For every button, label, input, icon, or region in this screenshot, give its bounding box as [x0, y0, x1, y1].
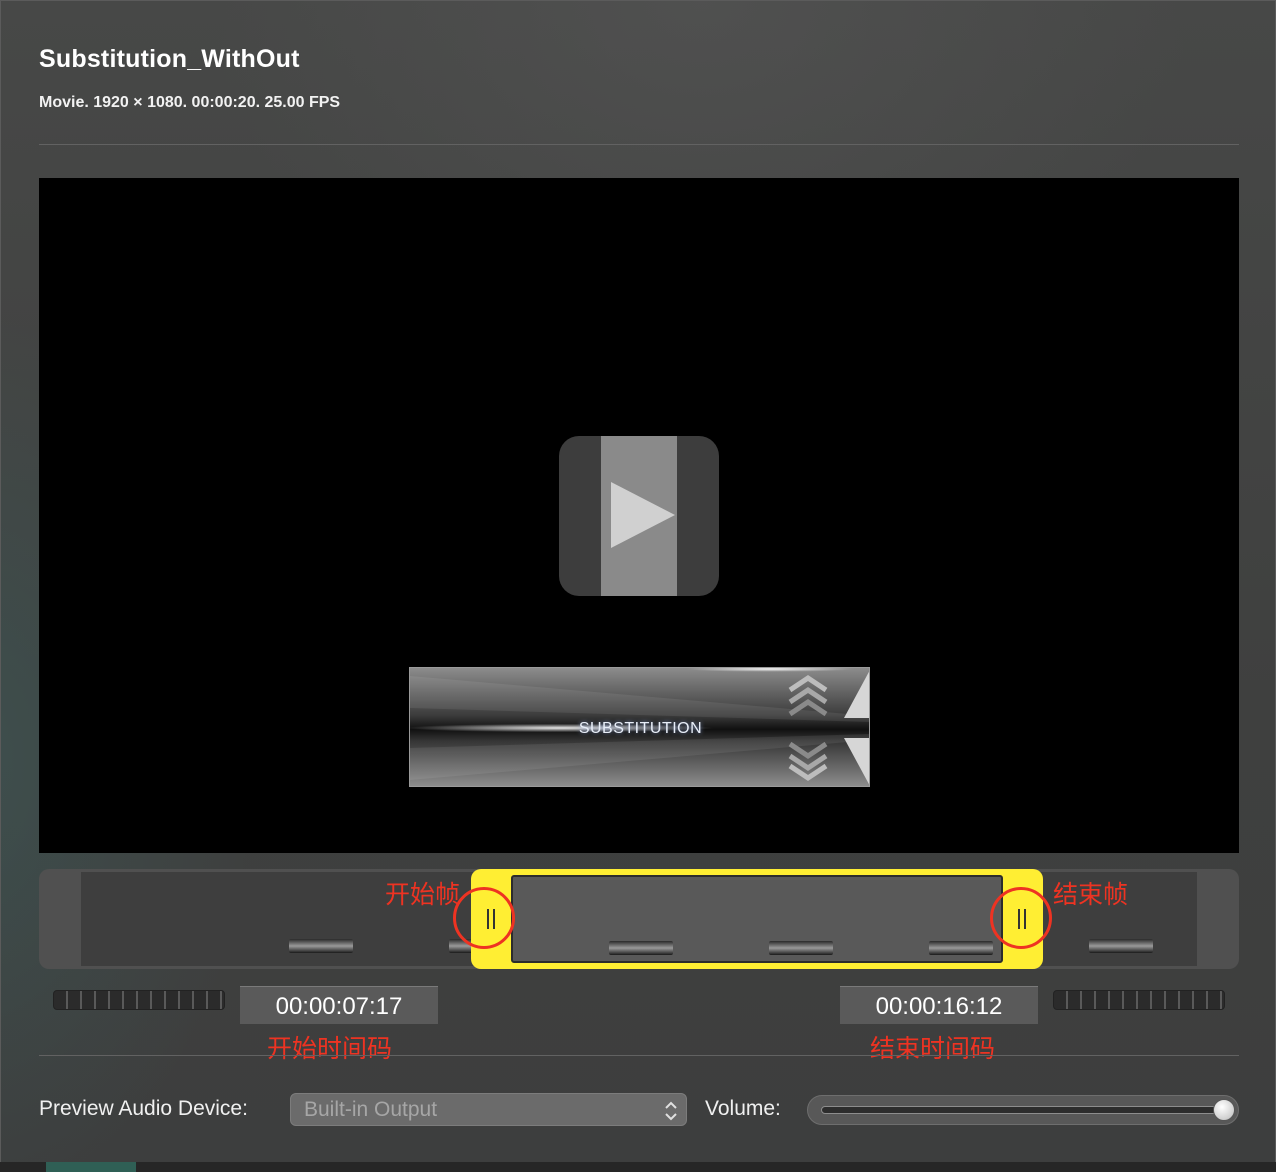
start-timecode-annotation: 开始时间码: [267, 1034, 393, 1063]
trim-selection[interactable]: [471, 869, 1043, 969]
movie-title: Substitution_WithOut: [39, 45, 300, 73]
end-jog-wheel[interactable]: [1053, 990, 1225, 1010]
background-accent: [46, 1162, 136, 1172]
play-button[interactable]: [559, 436, 719, 596]
frame-thumbnail: [609, 941, 673, 955]
background-window-edge: [0, 1162, 1276, 1172]
end-timecode-field[interactable]: 00:00:16:12: [840, 986, 1038, 1024]
divider-top: [39, 144, 1239, 145]
audio-device-value: Built-in Output: [304, 1098, 438, 1121]
audio-device-select[interactable]: Built-in Output: [290, 1093, 687, 1126]
volume-slider[interactable]: [807, 1095, 1239, 1125]
video-preview[interactable]: SUBSTITUTION: [39, 178, 1239, 853]
overlay-text: SUBSTITUTION: [578, 720, 703, 737]
play-icon: [611, 482, 675, 548]
start-frame-annotation: 开始帧: [385, 880, 461, 909]
frame-thumbnail: [929, 941, 993, 955]
start-timecode-field[interactable]: 00:00:07:17: [240, 986, 438, 1024]
start-frame-annotation-circle: [453, 887, 515, 949]
trim-selection-range: [511, 875, 1003, 963]
start-jog-wheel[interactable]: [53, 990, 225, 1010]
movie-info-panel: Substitution_WithOut Movie. 1920 × 1080.…: [0, 0, 1276, 1172]
end-timecode-annotation: 结束时间码: [870, 1034, 996, 1063]
preview-audio-device-label: Preview Audio Device:: [39, 1097, 248, 1120]
frame-thumbnail: [769, 941, 833, 955]
volume-label: Volume:: [705, 1097, 781, 1120]
end-frame-annotation-circle: [990, 887, 1052, 949]
movie-info: Movie. 1920 × 1080. 00:00:20. 25.00 FPS: [39, 94, 341, 111]
chevron-up-down-icon: [665, 1101, 677, 1121]
divider-bottom: [39, 1055, 1239, 1056]
volume-slider-groove: [821, 1106, 1225, 1114]
end-frame-annotation: 结束帧: [1053, 880, 1129, 909]
frame-thumbnail: [1089, 939, 1153, 953]
lower-third-graphic: SUBSTITUTION: [409, 667, 870, 787]
volume-slider-knob[interactable]: [1213, 1099, 1235, 1121]
frame-thumbnail: [289, 939, 353, 953]
